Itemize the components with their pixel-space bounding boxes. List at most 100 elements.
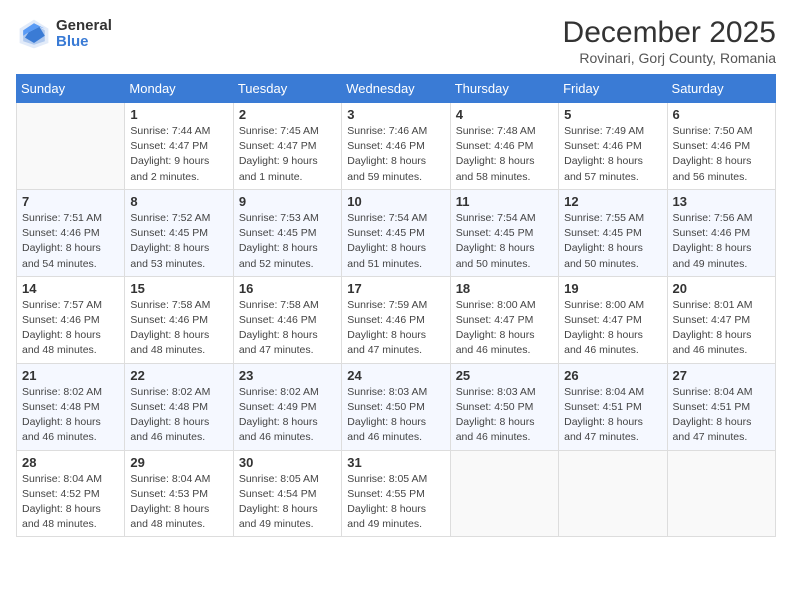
- calendar-header-monday: Monday: [125, 75, 233, 103]
- calendar-cell: 15 Sunrise: 7:58 AMSunset: 4:46 PMDayligh…: [125, 276, 233, 363]
- calendar-cell: [450, 450, 558, 537]
- calendar-cell: 23Sunrise: 8:02 AMSunset: 4:49 PMDayligh…: [233, 363, 341, 450]
- page-header: General Blue December 2025 Rovinari, Gor…: [16, 16, 776, 66]
- calendar-cell: 9 Sunrise: 7:53 AMSunset: 4:45 PMDaylight…: [233, 189, 341, 276]
- day-info: Sunrise: 8:04 AMSunset: 4:52 PMDaylight:…: [22, 472, 119, 533]
- day-number: 13: [673, 194, 770, 209]
- calendar-cell: 25Sunrise: 8:03 AMSunset: 4:50 PMDayligh…: [450, 363, 558, 450]
- day-info: Sunrise: 8:05 AMSunset: 4:55 PMDaylight:…: [347, 472, 444, 533]
- calendar-cell: 22 Sunrise: 8:02 AMSunset: 4:48 PMDayligh…: [125, 363, 233, 450]
- day-info: Sunrise: 7:52 AMSunset: 4:45 PMDaylight:…: [130, 211, 227, 272]
- day-number: 18: [456, 281, 553, 296]
- day-info: Sunrise: 7:54 AMSunset: 4:45 PMDaylight:…: [347, 211, 444, 272]
- day-number: 5: [564, 107, 661, 122]
- day-info: Sunrise: 8:02 AMSunset: 4:49 PMDaylight:…: [239, 385, 336, 446]
- calendar-cell: 26 Sunrise: 8:04 AMSunset: 4:51 PMDayligh…: [559, 363, 667, 450]
- day-number: 30: [239, 455, 336, 470]
- day-info: Sunrise: 8:01 AMSunset: 4:47 PMDaylight:…: [673, 298, 770, 359]
- calendar-cell: [559, 450, 667, 537]
- day-info: Sunrise: 8:03 AMSunset: 4:50 PMDaylight:…: [347, 385, 444, 446]
- day-number: 4: [456, 107, 553, 122]
- calendar-week-3: 14Sunrise: 7:57 AMSunset: 4:46 PMDayligh…: [17, 276, 776, 363]
- day-number: 9: [239, 194, 336, 209]
- day-info: Sunrise: 7:59 AMSunset: 4:46 PMDaylight:…: [347, 298, 444, 359]
- day-number: 2: [239, 107, 336, 122]
- day-info: Sunrise: 8:02 AMSunset: 4:48 PMDaylight:…: [22, 385, 119, 446]
- day-number: 31: [347, 455, 444, 470]
- calendar-cell: [667, 450, 775, 537]
- calendar-table: SundayMondayTuesdayWednesdayThursdayFrid…: [16, 74, 776, 537]
- day-number: 28: [22, 455, 119, 470]
- calendar-week-5: 28 Sunrise: 8:04 AMSunset: 4:52 PMDayligh…: [17, 450, 776, 537]
- calendar-cell: 20 Sunrise: 8:01 AMSunset: 4:47 PMDayligh…: [667, 276, 775, 363]
- day-number: 8: [130, 194, 227, 209]
- calendar-cell: 11 Sunrise: 7:54 AMSunset: 4:45 PMDayligh…: [450, 189, 558, 276]
- day-number: 3: [347, 107, 444, 122]
- calendar-cell: 3 Sunrise: 7:46 AMSunset: 4:46 PMDaylight…: [342, 103, 450, 190]
- calendar-header-tuesday: Tuesday: [233, 75, 341, 103]
- calendar-cell: 8 Sunrise: 7:52 AMSunset: 4:45 PMDaylight…: [125, 189, 233, 276]
- day-info: Sunrise: 8:04 AMSunset: 4:53 PMDaylight:…: [130, 472, 227, 533]
- day-info: Sunrise: 7:44 AMSunset: 4:47 PMDaylight:…: [130, 124, 227, 185]
- day-info: Sunrise: 7:45 AMSunset: 4:47 PMDaylight:…: [239, 124, 336, 185]
- calendar-cell: 10Sunrise: 7:54 AMSunset: 4:45 PMDayligh…: [342, 189, 450, 276]
- day-info: Sunrise: 8:02 AMSunset: 4:48 PMDaylight:…: [130, 385, 227, 446]
- day-number: 26: [564, 368, 661, 383]
- calendar-week-4: 21 Sunrise: 8:02 AMSunset: 4:48 PMDayligh…: [17, 363, 776, 450]
- day-info: Sunrise: 7:49 AMSunset: 4:46 PMDaylight:…: [564, 124, 661, 185]
- day-number: 21: [22, 368, 119, 383]
- day-number: 7: [22, 194, 119, 209]
- calendar-cell: 4Sunrise: 7:48 AMSunset: 4:46 PMDaylight…: [450, 103, 558, 190]
- calendar-header-wednesday: Wednesday: [342, 75, 450, 103]
- logo-text: General Blue: [56, 18, 112, 51]
- day-number: 24: [347, 368, 444, 383]
- calendar-cell: 28 Sunrise: 8:04 AMSunset: 4:52 PMDayligh…: [17, 450, 125, 537]
- calendar-cell: 30 Sunrise: 8:05 AMSunset: 4:54 PMDayligh…: [233, 450, 341, 537]
- calendar-cell: 31 Sunrise: 8:05 AMSunset: 4:55 PMDayligh…: [342, 450, 450, 537]
- day-info: Sunrise: 8:05 AMSunset: 4:54 PMDaylight:…: [239, 472, 336, 533]
- day-number: 20: [673, 281, 770, 296]
- calendar-cell: 7 Sunrise: 7:51 AMSunset: 4:46 PMDaylight…: [17, 189, 125, 276]
- calendar-cell: 12 Sunrise: 7:55 AMSunset: 4:45 PMDayligh…: [559, 189, 667, 276]
- calendar-cell: 5 Sunrise: 7:49 AMSunset: 4:46 PMDaylight…: [559, 103, 667, 190]
- calendar-cell: 17 Sunrise: 7:59 AMSunset: 4:46 PMDayligh…: [342, 276, 450, 363]
- calendar-cell: 21 Sunrise: 8:02 AMSunset: 4:48 PMDayligh…: [17, 363, 125, 450]
- month-year: December 2025: [563, 16, 776, 50]
- day-info: Sunrise: 7:50 AMSunset: 4:46 PMDaylight:…: [673, 124, 770, 185]
- logo-blue: Blue: [56, 34, 112, 51]
- day-number: 12: [564, 194, 661, 209]
- day-number: 29: [130, 455, 227, 470]
- day-number: 25: [456, 368, 553, 383]
- calendar-header-saturday: Saturday: [667, 75, 775, 103]
- day-number: 6: [673, 107, 770, 122]
- day-info: Sunrise: 7:56 AMSunset: 4:46 PMDaylight:…: [673, 211, 770, 272]
- calendar-cell: 1Sunrise: 7:44 AMSunset: 4:47 PMDaylight…: [125, 103, 233, 190]
- location: Rovinari, Gorj County, Romania: [563, 50, 776, 66]
- logo-general: General: [56, 18, 112, 35]
- day-info: Sunrise: 7:55 AMSunset: 4:45 PMDaylight:…: [564, 211, 661, 272]
- calendar-header-row: SundayMondayTuesdayWednesdayThursdayFrid…: [17, 75, 776, 103]
- calendar-week-2: 7 Sunrise: 7:51 AMSunset: 4:46 PMDaylight…: [17, 189, 776, 276]
- day-info: Sunrise: 7:54 AMSunset: 4:45 PMDaylight:…: [456, 211, 553, 272]
- calendar-cell: [17, 103, 125, 190]
- day-info: Sunrise: 7:58 AMSunset: 4:46 PMDaylight:…: [239, 298, 336, 359]
- day-number: 19: [564, 281, 661, 296]
- day-number: 11: [456, 194, 553, 209]
- day-info: Sunrise: 7:51 AMSunset: 4:46 PMDaylight:…: [22, 211, 119, 272]
- calendar-cell: 13 Sunrise: 7:56 AMSunset: 4:46 PMDayligh…: [667, 189, 775, 276]
- calendar-cell: 18Sunrise: 8:00 AMSunset: 4:47 PMDayligh…: [450, 276, 558, 363]
- calendar-cell: 27Sunrise: 8:04 AMSunset: 4:51 PMDayligh…: [667, 363, 775, 450]
- logo-icon: [16, 16, 52, 52]
- day-info: Sunrise: 7:58 AMSunset: 4:46 PMDaylight:…: [130, 298, 227, 359]
- day-number: 22: [130, 368, 227, 383]
- calendar-header-sunday: Sunday: [17, 75, 125, 103]
- day-number: 15: [130, 281, 227, 296]
- day-info: Sunrise: 7:53 AMSunset: 4:45 PMDaylight:…: [239, 211, 336, 272]
- day-info: Sunrise: 7:46 AMSunset: 4:46 PMDaylight:…: [347, 124, 444, 185]
- calendar-cell: 29 Sunrise: 8:04 AMSunset: 4:53 PMDayligh…: [125, 450, 233, 537]
- day-number: 17: [347, 281, 444, 296]
- title-block: December 2025 Rovinari, Gorj County, Rom…: [563, 16, 776, 66]
- calendar-cell: 24 Sunrise: 8:03 AMSunset: 4:50 PMDayligh…: [342, 363, 450, 450]
- day-info: Sunrise: 8:04 AMSunset: 4:51 PMDaylight:…: [564, 385, 661, 446]
- day-info: Sunrise: 8:00 AMSunset: 4:47 PMDaylight:…: [564, 298, 661, 359]
